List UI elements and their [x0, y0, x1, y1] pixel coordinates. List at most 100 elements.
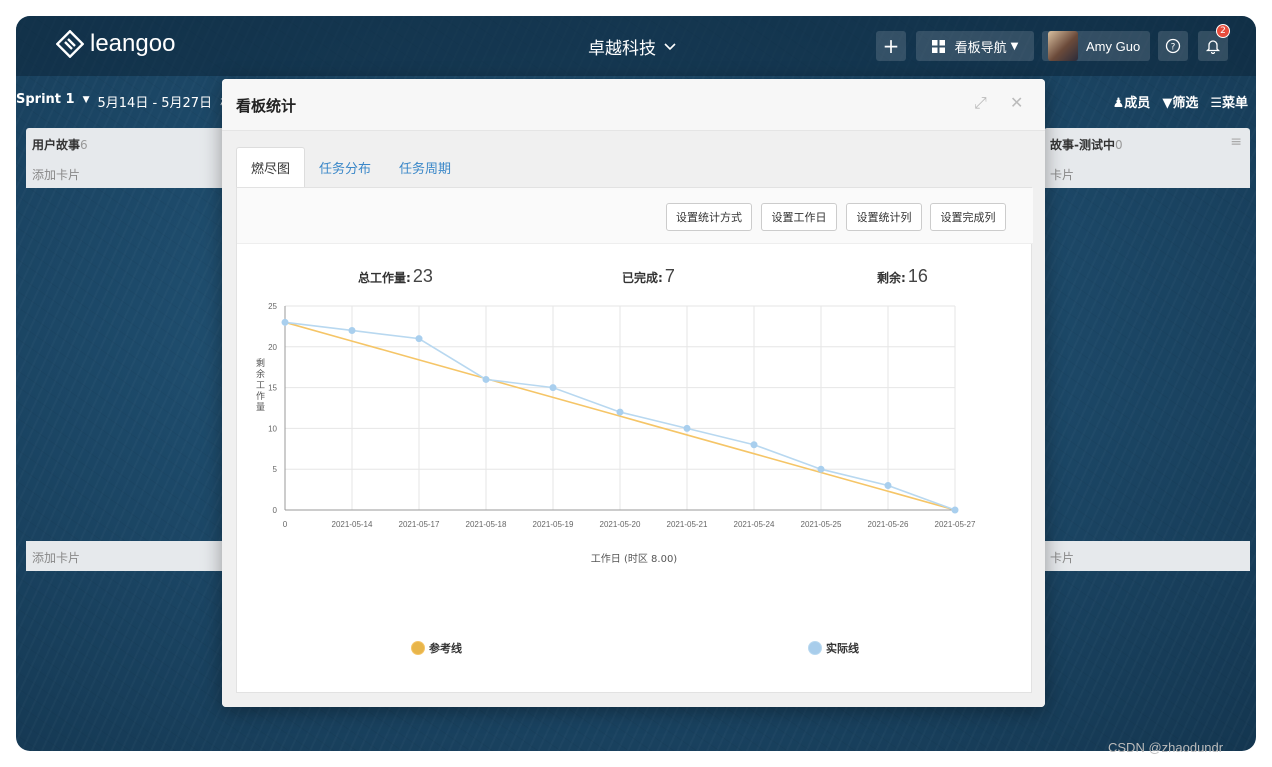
x-tick-label: 2021-05-18 — [466, 520, 507, 529]
menu-label: 菜单 — [1221, 96, 1248, 111]
data-point-actual — [683, 424, 691, 432]
list-count: 0 — [1114, 138, 1123, 152]
menu-icon: ☰ — [1210, 96, 1222, 111]
chart-toolbar: 设置统计方式 设置工作日 设置统计列 设置完成列 — [237, 188, 1033, 244]
close-icon[interactable]: ✕ — [1010, 93, 1023, 112]
legend-swatch-reference — [411, 641, 425, 655]
tab-burndown[interactable]: 燃尽图 — [236, 147, 306, 187]
app-logo[interactable]: leangoo — [56, 30, 175, 58]
stat-total-label: 总工作量: — [358, 271, 411, 285]
x-tick-label: 2021-05-24 — [734, 520, 775, 529]
x-tick-label: 2021-05-26 — [868, 520, 909, 529]
data-point-actual — [951, 506, 959, 514]
stat-done-label: 已完成: — [622, 271, 663, 285]
notifications-button[interactable]: 2 — [1198, 24, 1230, 61]
stat-remain: 剩余: 16 — [877, 266, 928, 287]
board-nav-label: 看板导航 — [954, 40, 1007, 56]
add-card-link[interactable]: 添加卡片 — [32, 166, 80, 183]
user-menu[interactable]: Amy Guo — [1042, 31, 1150, 61]
sprint-selector[interactable]: Sprint 1 ▼ 5月14日 - 5月27日 极 — [16, 92, 233, 111]
legend-label-reference: 参考线 — [429, 642, 462, 655]
board-name: 卓越科技 — [588, 39, 656, 59]
svg-text:?: ? — [1171, 43, 1176, 53]
x-tick-label: 2021-05-14 — [332, 520, 373, 529]
data-point-actual — [348, 326, 356, 334]
data-point-actual — [616, 408, 624, 416]
members-button[interactable]: ♟成员 — [1113, 92, 1151, 111]
modal-header: 看板统计 ⤢ ✕ — [222, 79, 1045, 131]
add-button[interactable]: + — [876, 31, 906, 61]
list-count: 6 — [80, 138, 88, 152]
notification-badge: 2 — [1216, 24, 1230, 38]
filter-label: 筛选 — [1172, 96, 1199, 111]
tab-task-distribution[interactable]: 任务分布 — [305, 147, 385, 187]
set-stat-method-button[interactable]: 设置统计方式 — [666, 203, 752, 231]
stats-tabs: 燃尽图 任务分布 任务周期 — [236, 147, 465, 187]
y-axis-label: 剩余工作量 — [256, 357, 265, 413]
sprint-dates: 5月14日 - 5月27日 — [97, 96, 213, 111]
leangoo-logo-icon — [56, 30, 84, 58]
y-tick-label: 15 — [268, 384, 277, 393]
y-tick-label: 20 — [268, 343, 277, 352]
board-stats-modal: 看板统计 ⤢ ✕ 燃尽图 任务分布 任务周期 设置统计方式 设置工作日 设置统计… — [222, 79, 1045, 707]
data-point-actual — [281, 318, 289, 326]
tab-task-cycle[interactable]: 任务周期 — [385, 147, 465, 187]
legend-reference[interactable]: 参考线 — [411, 640, 462, 656]
list-title: 故事-测试中0 — [1050, 138, 1123, 152]
data-point-actual — [817, 465, 825, 473]
list-menu-icon[interactable]: ≡ — [1230, 134, 1242, 150]
data-point-actual — [884, 482, 892, 490]
logo-text: leangoo — [90, 30, 176, 57]
add-card-footer-right[interactable]: 卡片 — [1044, 541, 1250, 571]
modal-body: 燃尽图 任务分布 任务周期 设置统计方式 设置工作日 设置统计列 设置完成列 总… — [222, 131, 1045, 707]
legend-actual[interactable]: 实际线 — [808, 640, 859, 656]
set-workdays-button[interactable]: 设置工作日 — [761, 203, 837, 231]
help-icon: ? — [1165, 38, 1181, 54]
x-tick-label: 2021-05-20 — [600, 520, 641, 529]
grid-icon — [931, 39, 945, 53]
stat-done: 已完成: 7 — [622, 266, 675, 287]
members-label: 成员 — [1124, 96, 1151, 111]
set-done-columns-button[interactable]: 设置完成列 — [930, 203, 1006, 231]
stat-remain-label: 剩余: — [877, 271, 906, 285]
burndown-panel: 设置统计方式 设置工作日 设置统计列 设置完成列 总工作量: 23 已完成: 7… — [236, 187, 1033, 693]
add-card-link[interactable]: 卡片 — [1050, 166, 1074, 183]
data-point-actual — [482, 375, 490, 383]
modal-title: 看板统计 — [236, 97, 297, 115]
caret-down-icon: ▼ — [1010, 40, 1019, 52]
list-story-testing: 故事-测试中0 卡片 ≡ — [1044, 128, 1250, 188]
filter-button[interactable]: ▼筛选 — [1162, 92, 1198, 111]
stat-remain-value: 16 — [907, 266, 928, 286]
board-nav-button[interactable]: 看板导航 ▼ — [916, 31, 1034, 61]
data-point-actual — [549, 384, 557, 392]
stat-total-value: 23 — [412, 266, 433, 286]
data-point-actual — [750, 441, 758, 449]
stat-total: 总工作量: 23 — [358, 266, 433, 287]
y-tick-label: 25 — [268, 302, 277, 311]
x-tick-label: 2021-05-17 — [399, 520, 440, 529]
stat-done-value: 7 — [664, 266, 675, 286]
top-bar: leangoo 卓越科技 + 看板导航 ▼ Amy Guo ? 2 — [16, 16, 1256, 76]
legend-label-actual: 实际线 — [826, 642, 859, 655]
menu-button[interactable]: ☰菜单 — [1210, 92, 1248, 111]
user-icon: ♟ — [1112, 96, 1125, 111]
data-point-actual — [415, 335, 423, 343]
avatar — [1048, 31, 1078, 61]
user-name: Amy Guo — [1086, 38, 1141, 54]
y-tick-label: 0 — [273, 506, 278, 515]
x-tick-label: 0 — [283, 520, 288, 529]
watermark: CSDN @zhaodundr — [1108, 740, 1224, 755]
expand-icon[interactable]: ⤢ — [974, 93, 987, 113]
y-tick-label: 10 — [268, 424, 277, 433]
chevron-down-icon — [664, 42, 676, 50]
help-button[interactable]: ? — [1158, 31, 1188, 61]
filter-icon: ▼ — [1162, 96, 1173, 111]
x-tick-label: 2021-05-25 — [801, 520, 842, 529]
set-stat-columns-button[interactable]: 设置统计列 — [846, 203, 922, 231]
board-actions: ♟成员 ▼筛选 ☰菜单 — [1113, 92, 1248, 111]
x-axis-label: 工作日 (时区 8.00) — [591, 553, 678, 565]
board-switcher[interactable]: 卓越科技 — [588, 34, 676, 59]
x-tick-label: 2021-05-27 — [935, 520, 976, 529]
add-card-footer-left[interactable]: 添加卡片 — [26, 541, 226, 571]
plus-icon: + — [882, 34, 900, 58]
